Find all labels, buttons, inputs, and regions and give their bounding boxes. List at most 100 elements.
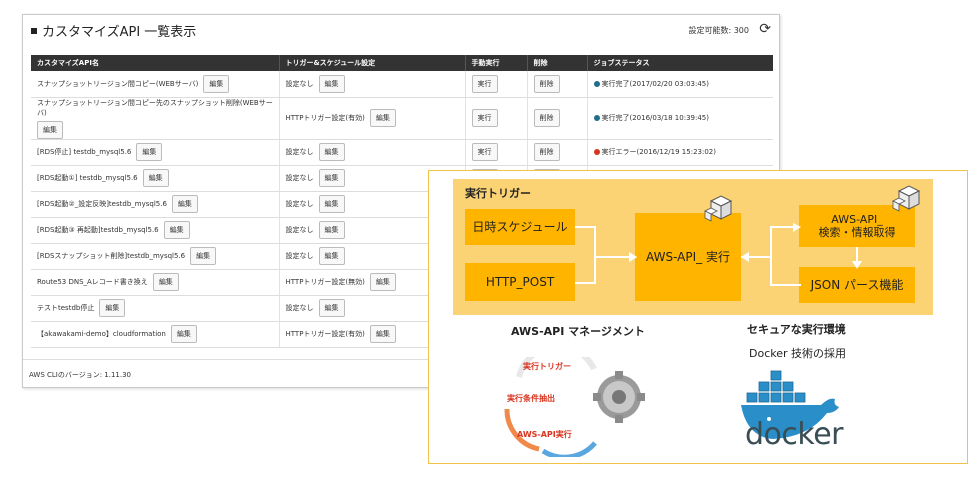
edit-trigger-button[interactable]: 編集	[318, 247, 345, 265]
edit-trigger-button[interactable]: 編集	[369, 325, 396, 343]
cell-api-name: 【akawakami-demo】cloudformation 編集	[31, 321, 280, 348]
square-bullet-icon	[31, 28, 37, 34]
status-ok-dot-icon	[593, 80, 600, 87]
cell-delete: 削除	[527, 139, 588, 166]
trigger-area: 実行トリガー 日時スケジュール HTTP_POST AWS-API_ 実行 AW…	[453, 179, 933, 315]
cycle-label-execute: AWS-API実行	[517, 429, 572, 439]
cell-job-status: 実行完了(2016/03/18 10:39:45)	[587, 97, 773, 140]
trigger-text: HTTPトリガー設定(有効)	[285, 330, 365, 338]
table-row: スナップショットリージョン間コピー(WEBサーバ) 編集 設定なし 編集 実行 削除 実行完…	[31, 71, 773, 98]
api-name-text: [RDS停止] testdb_mysql5.6	[37, 148, 132, 156]
trigger-text: HTTPトリガー設定(無効)	[285, 278, 365, 286]
cube-icon	[892, 185, 921, 212]
edit-api-button[interactable]: 編集	[190, 247, 217, 265]
run-button[interactable]: 実行	[471, 74, 498, 93]
table-row: [RDS停止] testdb_mysql5.6 編集 設定なし 編集 実行 削除 実行エラー…	[31, 139, 773, 166]
api-name-text: スナップショットリージョン間コピー先のスナップショット削除(WEBサーバ)	[37, 98, 273, 117]
run-button[interactable]: 実行	[471, 143, 498, 161]
http-post-box: HTTP_POST	[465, 263, 575, 301]
trigger-title: 実行トリガー	[465, 187, 531, 200]
capacity-label: 設定可能数: 300	[688, 26, 749, 35]
api-name-text: テストtestdb停止	[37, 304, 95, 312]
management-title: AWS-API マネージメント	[511, 325, 645, 338]
job-status-text: 実行エラー(2016/12/19 15:23:02)	[601, 148, 716, 156]
edit-trigger-button[interactable]: 編集	[369, 273, 396, 291]
edit-api-button[interactable]: 編集	[171, 195, 198, 213]
trigger-text: HTTPトリガー設定(有効)	[285, 114, 365, 122]
edit-api-button[interactable]: 編集	[152, 273, 179, 291]
cell-api-name: [RDS起動②_設定反映]testdb_mysql5.6 編集	[31, 191, 280, 218]
api-name-text: [RDS起動②_設定反映]testdb_mysql5.6	[37, 200, 167, 208]
docker-subtitle: Docker 技術の採用	[749, 347, 847, 360]
column-header-trigger: トリガー&スケジュール設定	[279, 55, 466, 71]
api-name-text: [RDS起動①] testdb_mysql5.6	[37, 174, 138, 182]
aws-cli-version: AWS CLIのバージョン: 1.11.30	[29, 371, 132, 379]
arrow-json-to-execute-icon	[741, 252, 801, 286]
api-name-text: スナップショットリージョン間コピー(WEBサーバ)	[37, 79, 199, 88]
cell-manual-run: 実行	[465, 71, 528, 98]
cell-trigger: 設定なし 編集	[279, 71, 466, 98]
cell-delete: 削除	[527, 71, 588, 98]
delete-button[interactable]: 削除	[533, 143, 560, 161]
edit-api-button[interactable]: 編集	[142, 169, 169, 187]
run-button[interactable]: 実行	[471, 109, 498, 127]
edit-trigger-button[interactable]: 編集	[318, 221, 345, 239]
cell-trigger: HTTPトリガー設定(有効) 編集	[279, 97, 466, 140]
json-parse-box: JSON パース機能	[799, 267, 915, 303]
cell-api-name: スナップショットリージョン間コピー(WEBサーバ) 編集	[31, 71, 280, 98]
cell-api-name: [RDS起動①] testdb_mysql5.6 編集	[31, 165, 280, 192]
edit-api-button[interactable]: 編集	[170, 325, 197, 343]
api-name-text: [RDSスナップショット削除]testdb_mysql5.6	[37, 252, 186, 260]
gear-icon	[593, 371, 645, 423]
cell-job-status: 実行エラー(2016/12/19 15:23:02)	[587, 139, 773, 166]
cell-manual-run: 実行	[465, 139, 528, 166]
cell-api-name: スナップショットリージョン間コピー先のスナップショット削除(WEBサーバ) 編集	[31, 97, 280, 140]
trigger-text: 設定なし	[285, 79, 314, 88]
cycle-label-extract: 実行条件抽出	[507, 393, 555, 403]
edit-trigger-button[interactable]: 編集	[318, 74, 345, 93]
trigger-text: 設定なし	[285, 252, 314, 260]
cycle-arc-orange	[504, 408, 540, 452]
schedule-box: 日時スケジュール	[465, 209, 575, 245]
column-header-job-status: ジョブステータス	[587, 55, 773, 71]
table-header-row: カスタマイズAPI名 トリガー&スケジュール設定 手動実行 削除 ジョブステータ…	[31, 55, 773, 71]
app-header: カスタマイズAPI 一覧表示 設定可能数: 300 ⟳	[23, 15, 779, 49]
refresh-icon[interactable]: ⟳	[759, 21, 771, 37]
feature-overview-panel: 実行トリガー 日時スケジュール HTTP_POST AWS-API_ 実行 AW…	[428, 170, 968, 464]
edit-trigger-button[interactable]: 編集	[318, 143, 345, 161]
edit-api-button[interactable]: 編集	[99, 299, 126, 317]
aws-api-execute-box: AWS-API_ 実行	[635, 213, 741, 301]
cell-job-status: 実行完了(2017/02/20 03:03:45)	[587, 71, 773, 98]
edit-trigger-button[interactable]: 編集	[318, 195, 345, 213]
cycle-label-trigger: 実行トリガー	[523, 361, 571, 371]
edit-trigger-button[interactable]: 編集	[369, 109, 396, 127]
job-status-text: 実行完了(2016/03/18 10:39:45)	[601, 114, 709, 122]
cycle-arc-blue	[541, 441, 597, 457]
edit-api-button[interactable]: 編集	[136, 143, 163, 161]
edit-api-button[interactable]: 編集	[37, 120, 63, 139]
page-title: カスタマイズAPI 一覧表示	[31, 21, 196, 40]
arrow-fetch-to-json-icon	[852, 247, 862, 269]
column-header-manual-run: 手動実行	[465, 55, 528, 71]
trigger-text: 設定なし	[285, 174, 314, 182]
cell-api-name: [RDS停止] testdb_mysql5.6 編集	[31, 139, 280, 166]
cell-delete: 削除	[527, 97, 588, 140]
edit-trigger-button[interactable]: 編集	[318, 169, 345, 187]
api-name-text: 【akawakami-demo】cloudformation	[37, 330, 166, 338]
column-header-api-name: カスタマイズAPI名	[31, 55, 280, 71]
cell-api-name: Route53 DNS_Aレコード書き換え 編集	[31, 269, 280, 296]
fetch-line-2: 検索・情報取得	[818, 226, 896, 239]
docker-wordmark: docker	[745, 417, 844, 452]
edit-api-button[interactable]: 編集	[163, 221, 190, 239]
management-cycle-graphic: 実行トリガー 実行条件抽出 AWS-API実行	[504, 357, 645, 457]
column-header-delete: 削除	[527, 55, 588, 71]
trigger-text: 設定なし	[285, 148, 314, 156]
job-status-text: 実行完了(2017/02/20 03:03:45)	[601, 79, 709, 88]
delete-button[interactable]: 削除	[533, 109, 560, 127]
fetch-line-1: AWS-API_	[831, 212, 883, 226]
edit-trigger-button[interactable]: 編集	[318, 299, 345, 317]
secure-env-title: セキュアな実行環境	[747, 323, 846, 336]
delete-button[interactable]: 削除	[533, 74, 560, 93]
edit-api-button[interactable]: 編集	[203, 74, 230, 93]
status-error-dot-icon	[593, 149, 600, 155]
